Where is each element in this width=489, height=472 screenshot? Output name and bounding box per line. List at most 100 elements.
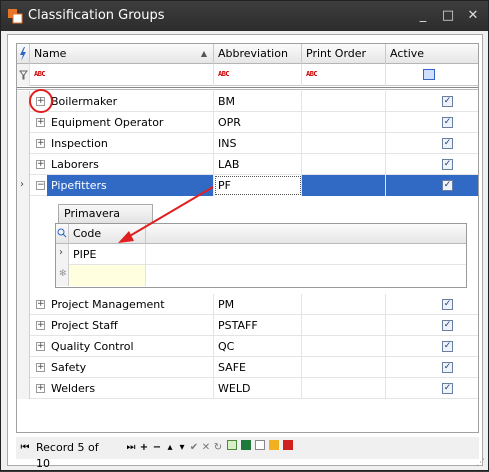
detail-row[interactable]: › PIPE <box>56 244 466 265</box>
expand-icon[interactable]: + <box>36 384 45 393</box>
cell-print-order[interactable] <box>302 175 386 196</box>
cell-active[interactable] <box>386 175 478 196</box>
cell-print-order[interactable] <box>302 133 386 154</box>
cell-print-order[interactable] <box>302 315 386 336</box>
active-checkbox[interactable]: ✓ <box>442 180 453 191</box>
close-button[interactable]: ✕ <box>463 7 483 25</box>
cell-abbreviation[interactable]: LAB <box>214 154 302 175</box>
expand-icon[interactable]: + <box>36 139 45 148</box>
next-page-icon[interactable]: ⏭ <box>124 440 138 456</box>
cell-name[interactable]: Project Management <box>47 294 214 315</box>
row-indicator[interactable] <box>17 112 30 133</box>
cell-name[interactable]: Safety <box>47 357 214 378</box>
expand-icon[interactable]: + <box>36 363 45 372</box>
column-header-print-order[interactable]: Print Order <box>302 44 386 64</box>
cell-abbreviation[interactable]: OPR <box>214 112 302 133</box>
cell-print-order[interactable] <box>302 357 386 378</box>
row-indicator[interactable] <box>17 378 30 399</box>
resize-grip-icon[interactable]: ⋰ <box>476 458 485 468</box>
active-checkbox[interactable]: ✓ <box>442 299 453 310</box>
cell-name[interactable]: Quality Control <box>47 336 214 357</box>
detail-row-indicator[interactable]: › <box>56 244 69 265</box>
cell-print-order[interactable] <box>302 378 386 399</box>
expand-icon[interactable]: + <box>36 160 45 169</box>
column-header-active[interactable]: Active <box>386 44 478 64</box>
row-indicator[interactable] <box>17 315 30 336</box>
clear-icon[interactable] <box>282 440 294 456</box>
new-item-row[interactable]: ✻ <box>56 265 466 286</box>
collapse-icon[interactable]: − <box>36 181 45 190</box>
delete-record-icon[interactable]: − <box>151 440 163 456</box>
cell-abbreviation[interactable]: QC <box>214 336 302 357</box>
move-down-icon[interactable]: ▾ <box>176 440 188 456</box>
cell-abbreviation[interactable]: SAFE <box>214 357 302 378</box>
active-checkbox[interactable]: ✓ <box>442 341 453 352</box>
warning-icon[interactable] <box>268 440 280 456</box>
cell-name[interactable]: Boilermaker <box>47 91 214 112</box>
row-indicator[interactable] <box>17 357 30 378</box>
maximize-button[interactable]: □ <box>438 7 458 25</box>
table-row-selected[interactable]: › − Pipefitters PF ✓ <box>17 175 478 196</box>
column-header-name[interactable]: Name ▲ <box>30 44 214 64</box>
active-checkbox[interactable]: ✓ <box>442 96 453 107</box>
cancel-edit-icon[interactable]: ✕ <box>200 440 212 456</box>
header-corner[interactable] <box>17 44 30 64</box>
filter-cell-name[interactable]: ABC <box>30 64 214 86</box>
tab-primavera-codes[interactable]: Primavera Codes <box>58 204 153 238</box>
quick-customize-icon[interactable] <box>17 44 29 64</box>
add-record-icon[interactable]: + <box>138 440 150 456</box>
filter-cell-active[interactable] <box>386 64 478 86</box>
detail-header-corner[interactable] <box>56 224 69 244</box>
cell-print-order[interactable] <box>302 294 386 315</box>
column-header-code[interactable]: Code <box>69 224 146 244</box>
cell-abbreviation[interactable]: PSTAFF <box>214 315 302 336</box>
active-checkbox[interactable]: ✓ <box>442 138 453 149</box>
cell-print-order[interactable] <box>302 112 386 133</box>
cell-print-order[interactable] <box>302 91 386 112</box>
cell-name[interactable]: Inspection <box>47 133 214 154</box>
active-checkbox[interactable]: ✓ <box>442 320 453 331</box>
cell-abbreviation[interactable]: PM <box>214 294 302 315</box>
cell-abbreviation[interactable]: PF <box>214 175 302 196</box>
filter-cell-abbreviation[interactable]: ABC <box>214 64 302 86</box>
move-up-icon[interactable]: ▴ <box>164 440 176 456</box>
first-record-icon[interactable]: ⏮ <box>18 440 32 456</box>
cell-abbreviation[interactable]: WELD <box>214 378 302 399</box>
table-row[interactable]: + Welders WELD ✓ <box>17 378 478 399</box>
cell-name[interactable]: Pipefitters <box>47 175 214 196</box>
cell-name[interactable]: Welders <box>47 378 214 399</box>
cell-abbreviation[interactable]: INS <box>214 133 302 154</box>
cell-abbreviation[interactable]: BM <box>214 91 302 112</box>
expand-icon[interactable]: + <box>36 300 45 309</box>
column-header-abbreviation[interactable]: Abbreviation <box>214 44 302 64</box>
expand-icon[interactable]: + <box>36 321 45 330</box>
table-row[interactable]: + Safety SAFE ✓ <box>17 357 478 378</box>
active-checkbox[interactable]: ✓ <box>442 362 453 373</box>
table-row[interactable]: + Project Staff PSTAFF ✓ <box>17 315 478 336</box>
table-row[interactable]: + Quality Control QC ✓ <box>17 336 478 357</box>
active-checkbox[interactable]: ✓ <box>442 383 453 394</box>
cell-print-order[interactable] <box>302 336 386 357</box>
table-row[interactable]: + Equipment Operator OPR ✓ <box>17 112 478 133</box>
new-code-input[interactable] <box>69 265 146 286</box>
filter-toggle-icon[interactable] <box>226 440 238 456</box>
cell-name[interactable]: Laborers <box>47 154 214 175</box>
row-indicator[interactable] <box>17 133 30 154</box>
table-row[interactable]: + Project Management PM ✓ <box>17 294 478 315</box>
row-indicator[interactable] <box>17 336 30 357</box>
cell-name[interactable]: Equipment Operator <box>47 112 214 133</box>
cell-name[interactable]: Project Staff <box>47 315 214 336</box>
export-excel-icon[interactable] <box>240 440 252 456</box>
table-row[interactable]: + Laborers LAB ✓ <box>17 154 478 175</box>
active-checkbox[interactable]: ✓ <box>442 159 453 170</box>
table-row[interactable]: + Boilermaker BM ✓ <box>17 91 478 112</box>
table-row[interactable]: + Inspection INS ✓ <box>17 133 478 154</box>
current-row-indicator[interactable]: › <box>17 175 30 196</box>
expand-icon[interactable]: + <box>36 118 45 127</box>
filter-cell-print-order[interactable]: ABC <box>302 64 386 86</box>
row-indicator[interactable] <box>17 154 30 175</box>
minimize-button[interactable]: _ <box>413 7 433 25</box>
save-icon[interactable]: ✔ <box>188 440 200 456</box>
cell-print-order[interactable] <box>302 154 386 175</box>
active-checkbox[interactable]: ✓ <box>442 117 453 128</box>
